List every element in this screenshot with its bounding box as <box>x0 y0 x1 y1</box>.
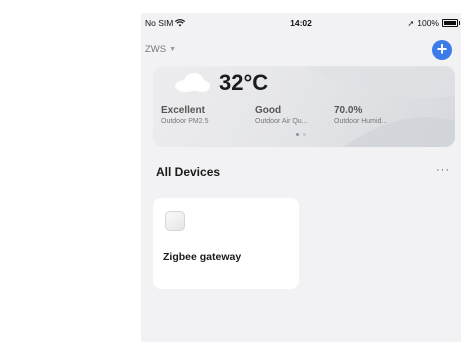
home-name: ZWS <box>145 44 167 55</box>
stat-value: Excellent <box>161 105 205 116</box>
weather-card[interactable]: 32°C Excellent Outdoor PM2.5 Good Outdoo… <box>153 66 455 147</box>
stat-label: Outdoor Air Qu... <box>255 118 308 125</box>
stat-value: Good <box>255 105 282 116</box>
device-name: Zigbee gateway <box>163 251 242 263</box>
stat-pm25: Excellent Outdoor PM2.5 <box>161 105 208 125</box>
page-dot <box>303 133 306 136</box>
page-dot <box>296 133 299 136</box>
status-bar: No SIM 14:02 ➚ 100% <box>141 13 461 33</box>
cloud-icon <box>175 73 210 92</box>
more-options-button[interactable]: ··· <box>436 164 450 176</box>
plus-icon: + <box>436 39 448 59</box>
battery-percent: 100% <box>417 18 439 28</box>
stat-humidity: 70.0% Outdoor Humid... <box>334 105 387 125</box>
stat-label: Outdoor Humid... <box>334 118 388 125</box>
app-screen: No SIM 14:02 ➚ 100% ZWS ▼ + 32°C Excelle… <box>141 13 461 342</box>
add-device-button[interactable]: + <box>432 40 452 60</box>
section-title: All Devices <box>156 165 221 179</box>
gateway-icon <box>165 211 185 231</box>
page-indicator <box>296 133 306 136</box>
device-card[interactable]: Zigbee gateway <box>153 198 299 289</box>
stat-value: 70.0% <box>334 105 363 116</box>
stat-air-quality: Good Outdoor Air Qu... <box>255 105 308 125</box>
stat-label: Outdoor PM2.5 <box>161 118 209 125</box>
temperature: 32°C <box>219 70 269 95</box>
battery-icon <box>442 19 460 27</box>
location-arrow-icon: ➚ <box>407 18 415 28</box>
caret-down-icon: ▼ <box>169 46 177 53</box>
battery-group: ➚ 100% <box>407 18 460 28</box>
home-selector[interactable]: ZWS ▼ <box>145 44 176 55</box>
